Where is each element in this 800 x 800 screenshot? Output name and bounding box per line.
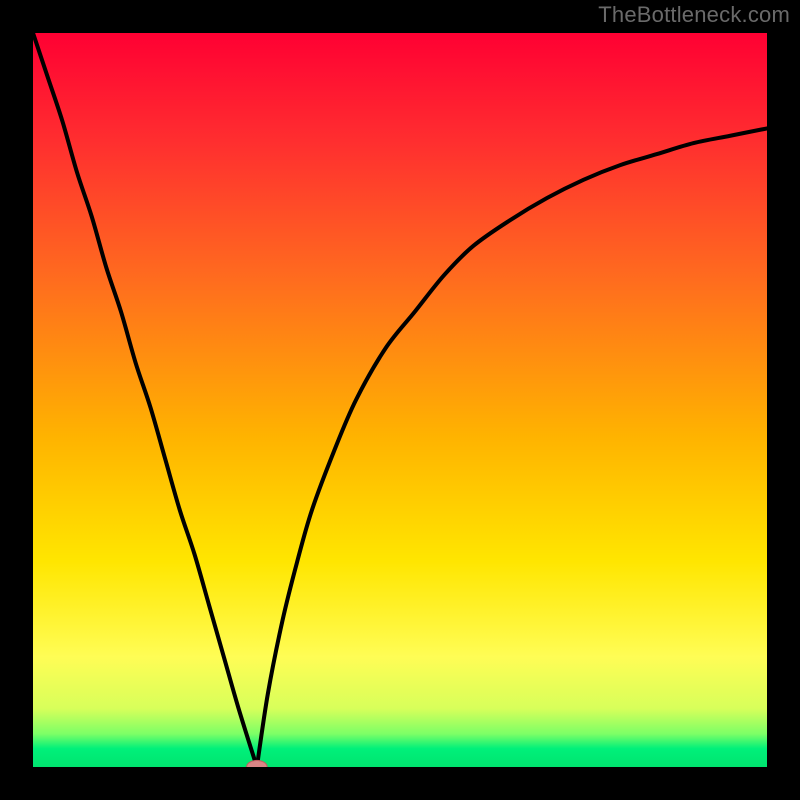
chart-frame: TheBottleneck.com (0, 0, 800, 800)
watermark-text: TheBottleneck.com (598, 2, 790, 28)
chart-plot (33, 33, 767, 767)
gradient-background (33, 33, 767, 767)
